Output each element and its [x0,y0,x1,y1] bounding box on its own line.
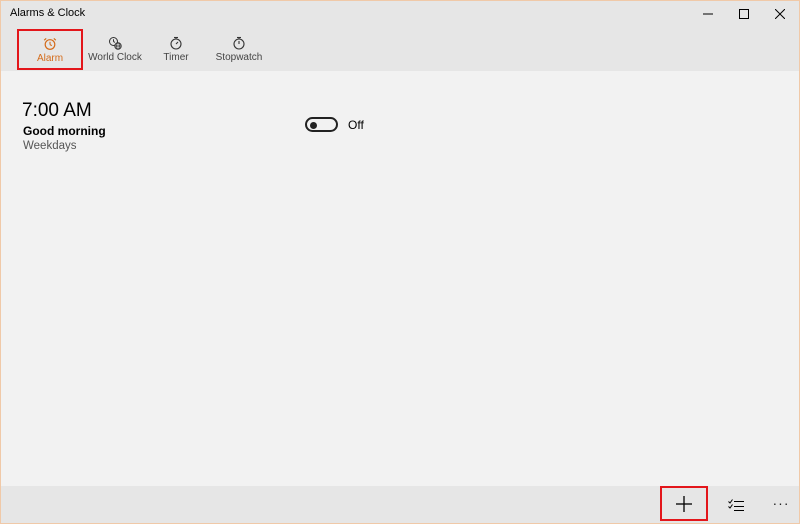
tab-timer[interactable]: Timer [157,30,195,66]
alarm-time: 7:00 AM [22,100,92,121]
alarm-list: 7:00 AM Good morning Weekdays Off [1,71,799,486]
tab-stopwatch[interactable]: Stopwatch [211,30,267,66]
world-clock-icon [109,37,122,50]
alarm-name: Good morning [23,124,106,138]
title-bar: Alarms & Clock [1,1,799,26]
timer-icon [170,36,182,50]
command-bar: ··· [1,486,799,523]
tab-label-world-clock: World Clock [88,52,142,63]
tab-label-timer: Timer [163,52,189,63]
add-alarm-button[interactable] [660,486,708,521]
close-icon [775,8,785,19]
window-title: Alarms & Clock [10,7,86,19]
add-icon [676,495,692,512]
maximize-icon [739,8,749,19]
select-icon [728,498,744,511]
alarm-toggle-switch[interactable] [305,117,338,132]
minimize-button[interactable] [690,1,726,26]
more-icon: ··· [772,494,790,511]
alarm-repeat: Weekdays [23,140,77,152]
close-button[interactable] [762,1,798,26]
alarm-toggle-label: Off [348,118,364,132]
select-alarms-button[interactable] [719,486,753,523]
toggle-knob [310,121,317,129]
more-options-button[interactable]: ··· [765,486,797,523]
tab-label-alarm: Alarm [36,53,64,64]
app-window: Alarms & Clock Alarm World Clock Timer S… [0,0,800,524]
maximize-button[interactable] [726,1,762,26]
alarm-clock-icon [43,37,57,50]
minimize-icon [703,13,713,14]
tab-bar: Alarm World Clock Timer Stopwatch [1,26,799,71]
tab-label-stopwatch: Stopwatch [215,52,263,63]
tab-alarm[interactable]: Alarm [17,29,83,70]
stopwatch-icon [233,36,245,50]
tab-world-clock[interactable]: World Clock [85,30,145,66]
